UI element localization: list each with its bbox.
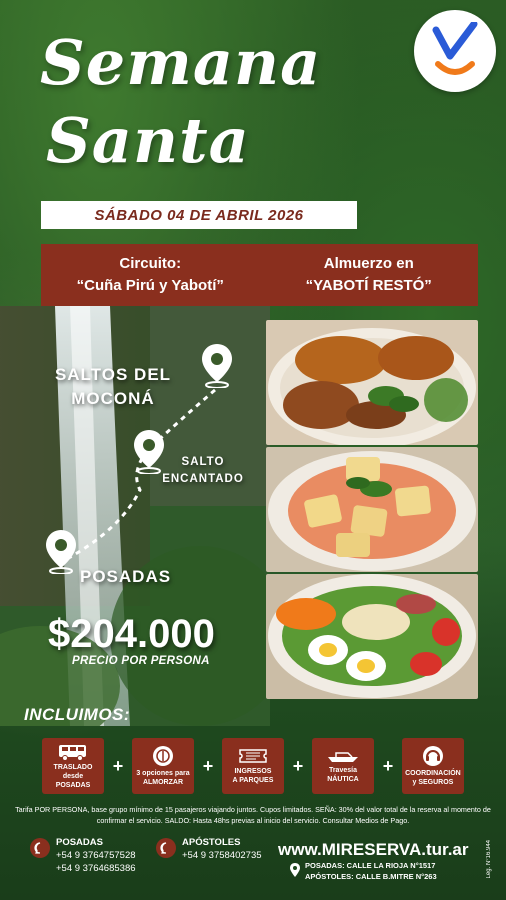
title-line-1: Semana	[40, 26, 322, 99]
include-boat-l2: NÁUTICA	[327, 776, 359, 783]
include-coordination: COORDINACIÓN y SEGUROS	[401, 738, 464, 794]
include-lunch-l1: 3 opciones para	[136, 770, 190, 777]
lunch-info: Almuerzo en “YABOTÍ RESTÓ”	[260, 244, 479, 306]
include-transfer-l1: TRASLADO	[53, 763, 93, 771]
contact-apostoles: APÓSTOLES +54 9 3758402735	[182, 836, 262, 862]
include-park-entry: INGRESOS A PARQUES	[221, 738, 284, 794]
stop-saltos-mocona: SALTOS DEL MOCONÁ	[28, 363, 198, 411]
whatsapp-icon[interactable]	[156, 838, 176, 858]
includes-list: TRASLADO desde POSADAS + 3 opciones para…	[42, 737, 464, 795]
website-link[interactable]: www.MIRESERVA.tur.ar	[278, 840, 469, 860]
circuit-info: Circuito: “Cuña Pirú y Yabotí”	[41, 244, 260, 306]
include-coord-l1: COORDINACIÓN	[405, 770, 461, 777]
checkmark-smile-icon	[432, 22, 478, 75]
boat-icon	[327, 752, 358, 762]
addresses: POSADAS: CALLE LA RIOJA N°1517 APÓSTOLES…	[305, 860, 437, 882]
brand-logo	[414, 10, 496, 92]
stop2-line1: SALTO	[181, 456, 225, 468]
include-park-l1: INGRESOS	[234, 768, 272, 775]
stop1-line1: SALTOS DEL	[54, 365, 172, 384]
circuit-banner: Circuito: “Cuña Pirú y Yabotí” Almuerzo …	[41, 244, 478, 306]
terms-text: Tarifa POR PERSONA, base grupo mínimo de…	[15, 805, 491, 825]
lunch-label: Almuerzo en	[323, 255, 414, 272]
plus-sign: +	[382, 755, 394, 776]
include-park-l2: A PARQUES	[232, 777, 274, 784]
plus-sign: +	[292, 755, 304, 776]
include-transfer-l3: POSADAS	[55, 781, 91, 789]
circuit-label: Circuito:	[119, 255, 182, 272]
circuit-name: “Cuña Pirú y Yabotí”	[76, 277, 224, 294]
headset-icon	[422, 746, 443, 766]
include-lunch: 3 opciones para ALMORZAR	[131, 738, 194, 794]
salad-photo	[266, 574, 478, 699]
include-boat-l1: Travesía	[328, 767, 357, 774]
bus-icon	[59, 744, 86, 761]
phone-link[interactable]: +54 9 3764757528	[56, 849, 136, 862]
ravioli-photo	[266, 447, 478, 572]
plus-sign: +	[112, 755, 124, 776]
phone-link[interactable]: +54 9 3764685386	[56, 862, 136, 875]
include-lunch-l2: ALMORZAR	[142, 779, 184, 786]
stop-salto-encantado: SALTO ENCANTADO	[148, 454, 258, 488]
license-number: Leg. N°16.944	[486, 840, 492, 879]
stop2-line2: ENCANTADO	[162, 473, 244, 485]
whatsapp-icon[interactable]	[30, 838, 50, 858]
price-note: PRECIO POR PERSONA	[72, 655, 210, 667]
includes-heading: INCLUIMOS:	[24, 705, 131, 724]
contact-posadas-label: POSADAS	[56, 837, 103, 848]
event-date: SÁBADO 04 DE ABRIL 2026	[41, 201, 357, 229]
include-boat-trip: Travesía NÁUTICA	[311, 738, 374, 794]
location-pin-icon	[290, 863, 300, 877]
address-apostoles: APÓSTOLES: CALLE B.MITRE N°263	[305, 872, 437, 881]
phone-link[interactable]: +54 9 3758402735	[182, 849, 262, 862]
address-posadas: POSADAS: CALLE LA RIOJA N°1517	[305, 861, 436, 870]
stop-posadas: POSADAS	[80, 567, 172, 586]
include-transfer: TRASLADO desde POSADAS	[42, 738, 104, 794]
pin-icon	[202, 344, 232, 388]
ticket-icon	[239, 749, 267, 763]
include-transfer-l2: desde	[62, 772, 84, 780]
title-line-2: Santa	[46, 104, 250, 177]
include-coord-l2: y SEGUROS	[412, 779, 454, 786]
price-amount: $204.000	[48, 612, 215, 656]
lunch-place: “YABOTÍ RESTÓ”	[305, 277, 432, 294]
pin-icon	[46, 530, 76, 574]
stop1-line2: MOCONÁ	[71, 389, 155, 408]
contact-posadas: POSADAS +54 9 3764757528 +54 9 376468538…	[56, 836, 136, 875]
plate-icon	[152, 746, 173, 766]
plus-sign: +	[202, 755, 214, 776]
grilled-chicken-photo	[266, 320, 478, 445]
contact-apostoles-label: APÓSTOLES	[182, 837, 241, 848]
